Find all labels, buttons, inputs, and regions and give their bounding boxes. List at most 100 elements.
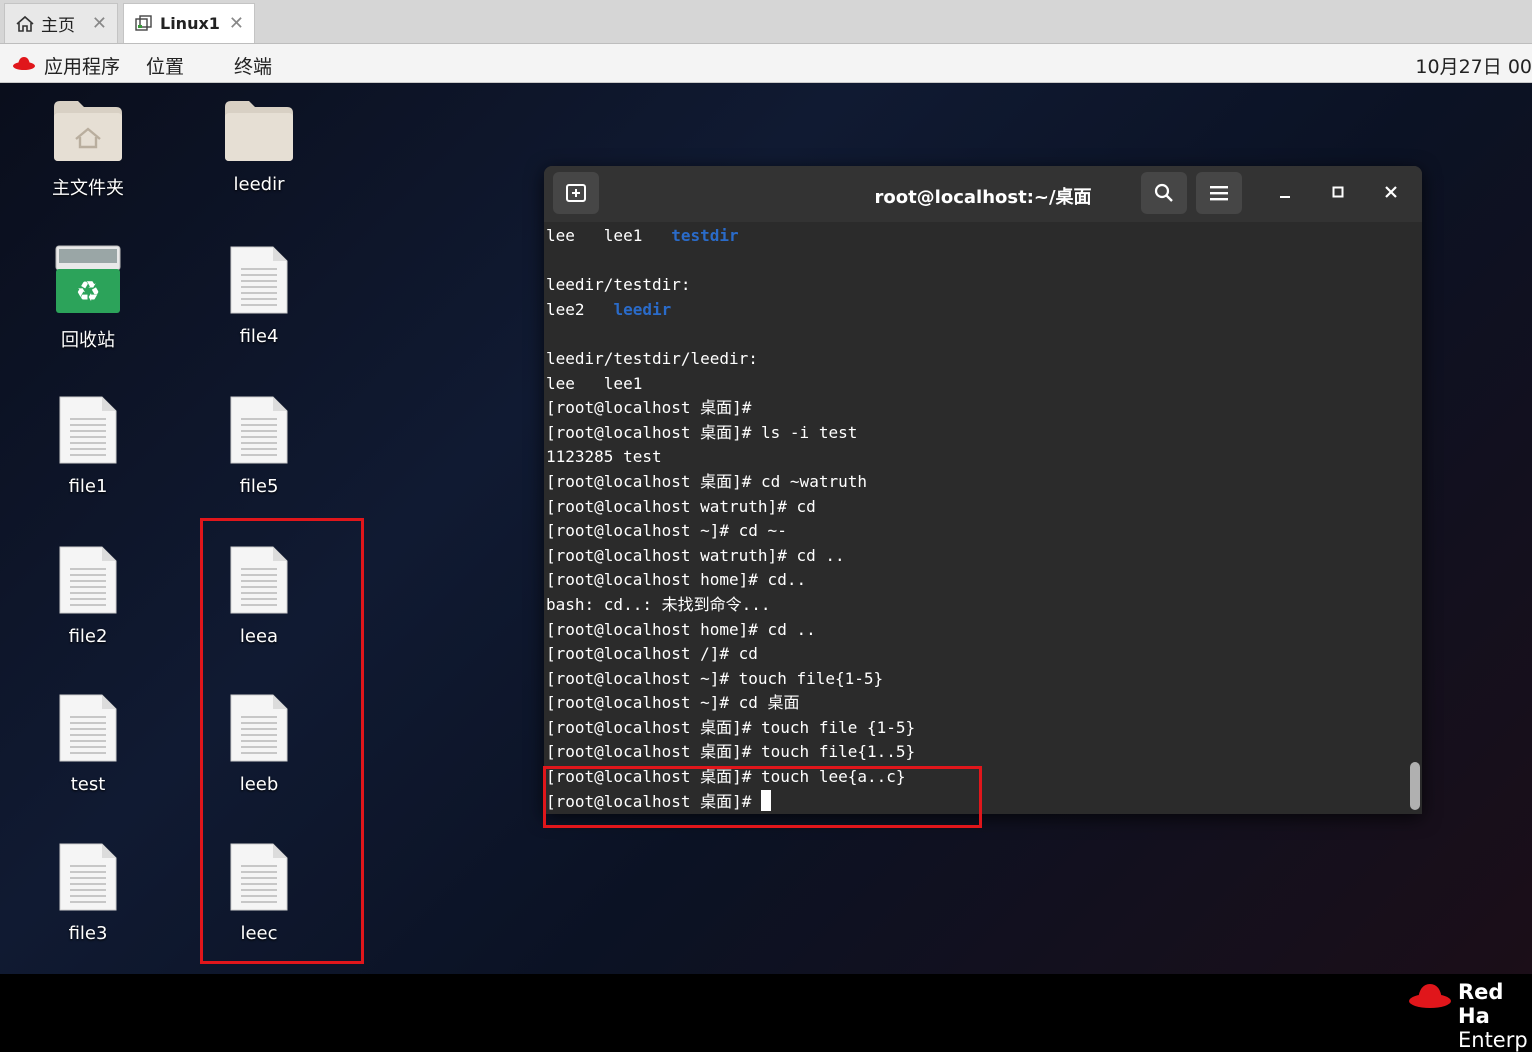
text-file-icon — [59, 843, 117, 911]
terminal-line: 1123285 test — [546, 445, 1404, 470]
terminal-line: [root@localhost ~]# cd 桌面 — [546, 691, 1404, 716]
desktop-icon-file2[interactable]: file2 — [8, 545, 168, 647]
terminal-line: [root@localhost 桌面]# touch file {1-5} — [546, 716, 1404, 741]
home-icon — [15, 14, 35, 34]
tab-home-label: 主页 — [41, 16, 75, 36]
tab-home[interactable]: 主页 ✕ — [4, 3, 118, 43]
terminal-line: [root@localhost ~]# cd ~- — [546, 519, 1404, 544]
recycle-bin-icon: ♻ — [55, 245, 121, 313]
terminal-line: [root@localhost 桌面]# touch file{1..5} — [546, 740, 1404, 765]
terminal-text: [root@localhost 桌面]# touch file{1..5} — [546, 742, 916, 762]
terminal-line: [root@localhost watruth]# cd — [546, 495, 1404, 520]
text-file-icon — [59, 396, 117, 464]
icon-label: file4 — [239, 326, 279, 347]
terminal-text: [root@localhost /]# cd — [546, 644, 758, 664]
terminal-text: [root@localhost 桌面]# ls -i test — [546, 422, 858, 442]
terminal-text: lee2 — [546, 299, 614, 319]
terminal-text: [root@localhost home]# cd.. — [546, 570, 807, 590]
icon-label: 回收站 — [61, 330, 115, 351]
terminal-text: [root@localhost 桌面]# — [546, 398, 752, 418]
terminal-text: [root@localhost ~]# cd 桌面 — [546, 693, 800, 713]
terminal-text: [root@localhost 桌面]# cd ~watruth — [546, 471, 867, 491]
terminal-text: lee lee1 — [546, 226, 672, 245]
desktop-icon-test[interactable]: test — [8, 693, 168, 795]
terminal-line: lee lee1 — [546, 372, 1404, 397]
terminal-line: bash: cd..: 未找到命令... — [546, 593, 1404, 618]
clock[interactable]: 10月27日 00 — [1415, 52, 1532, 79]
icon-label: file1 — [68, 476, 108, 497]
folder-icon — [225, 101, 293, 161]
svg-text:♻: ♻ — [75, 275, 100, 308]
terminal-text: [root@localhost 桌面]# touch file {1-5} — [546, 717, 916, 737]
gnome-top-bar: 应用程序 位置 终端 10月27日 00 — [0, 44, 1532, 83]
terminal-line: [root@localhost 桌面]# ls -i test — [546, 421, 1404, 446]
desktop-icon-file4[interactable]: file4 — [179, 245, 339, 347]
terminal-text: leedir/testdir/leedir: — [546, 348, 758, 368]
terminal-scrollbar[interactable] — [1410, 762, 1420, 810]
minimize-icon — [1280, 196, 1290, 198]
terminal-line: [root@localhost 桌面]# cd ~watruth — [546, 470, 1404, 495]
desktop-icon-leedir[interactable]: leedir — [179, 97, 339, 195]
redhat-logo-icon — [1409, 984, 1451, 1008]
terminal-line: leedir/testdir: — [546, 273, 1404, 298]
text-file-icon — [59, 546, 117, 614]
tab-home-close-icon[interactable]: ✕ — [92, 13, 107, 34]
menu-button[interactable] — [1196, 172, 1242, 214]
text-file-icon — [230, 396, 288, 464]
desktop-icon-file3[interactable]: file3 — [8, 842, 168, 944]
desktop-icon-file5[interactable]: file5 — [179, 395, 339, 497]
text-file-icon — [59, 694, 117, 762]
redhat-brand: Red Ha Enterp — [1408, 980, 1532, 1052]
terminal-output[interactable]: lee lee1 testdir leedir/testdir: lee2 leed… — [546, 224, 1404, 814]
home-folder-icon — [54, 101, 122, 161]
terminal-text: [root@localhost ~]# cd ~- — [546, 521, 787, 541]
terminal-text: [root@localhost ~]# touch file{1-5} — [546, 668, 884, 688]
desktop-icon-file1[interactable]: file1 — [8, 395, 168, 497]
hamburger-menu-icon — [1210, 186, 1228, 201]
maximize-icon — [1332, 186, 1344, 198]
terminal-header-bar[interactable]: root@localhost:~/桌面 — [544, 166, 1422, 222]
directory-name: testdir — [671, 226, 739, 245]
terminal-line: leedir/testdir/leedir: — [546, 347, 1404, 372]
search-icon — [1154, 183, 1173, 202]
terminal-text: lee lee1 — [546, 373, 643, 393]
terminal-text: [root@localhost home]# cd .. — [546, 619, 816, 639]
terminal-line: [root@localhost watruth]# cd .. — [546, 544, 1404, 569]
terminal-line: lee lee1 testdir — [546, 224, 1404, 249]
close-button[interactable] — [1377, 180, 1405, 208]
tab-linux1-close-icon[interactable]: ✕ — [229, 13, 244, 34]
terminal-text: leedir/testdir: — [546, 275, 691, 295]
brand-line-2: Enterp — [1458, 1028, 1528, 1052]
terminal-window[interactable]: root@localhost:~/桌面 lee lee1 testdir leed… — [544, 166, 1422, 814]
annotation-box-touch-command — [543, 766, 982, 828]
tab-linux1-label: Linux1 — [160, 14, 220, 33]
desktop-icon-home-folder[interactable]: 主文件夹 — [8, 97, 168, 200]
terminal-line: [root@localhost home]# cd .. — [546, 618, 1404, 643]
terminal-text: 1123285 test — [546, 447, 662, 467]
terminal-line: lee2 leedir — [546, 298, 1404, 323]
menu-applications[interactable]: 应用程序 — [44, 52, 120, 79]
icon-label: 主文件夹 — [52, 178, 124, 199]
minimize-button[interactable] — [1271, 180, 1299, 208]
menu-terminal[interactable]: 终端 — [234, 52, 272, 79]
terminal-text: [root@localhost watruth]# cd .. — [546, 545, 845, 565]
terminal-line: [root@localhost ~]# touch file{1-5} — [546, 667, 1404, 692]
search-button[interactable] — [1141, 172, 1187, 214]
icon-label: file2 — [68, 626, 108, 647]
terminal-text: bash: cd..: 未找到命令... — [546, 594, 771, 614]
vm-icon — [134, 14, 154, 34]
menu-places[interactable]: 位置 — [146, 52, 184, 79]
vm-tab-bar: 主页 ✕ Linux1 ✕ — [0, 0, 1532, 44]
close-icon — [1385, 186, 1397, 198]
desktop-icon-trash[interactable]: ♻ 回收站 — [8, 245, 168, 352]
maximize-button[interactable] — [1324, 180, 1352, 208]
brand-line-1: Red Ha — [1458, 980, 1504, 1028]
terminal-line: [root@localhost home]# cd.. — [546, 568, 1404, 593]
redhat-icon — [12, 54, 36, 76]
icon-label: leedir — [233, 174, 285, 195]
terminal-line: [root@localhost 桌面]# — [546, 396, 1404, 421]
tab-linux1[interactable]: Linux1 ✕ — [123, 3, 255, 43]
directory-name: leedir — [613, 299, 672, 319]
